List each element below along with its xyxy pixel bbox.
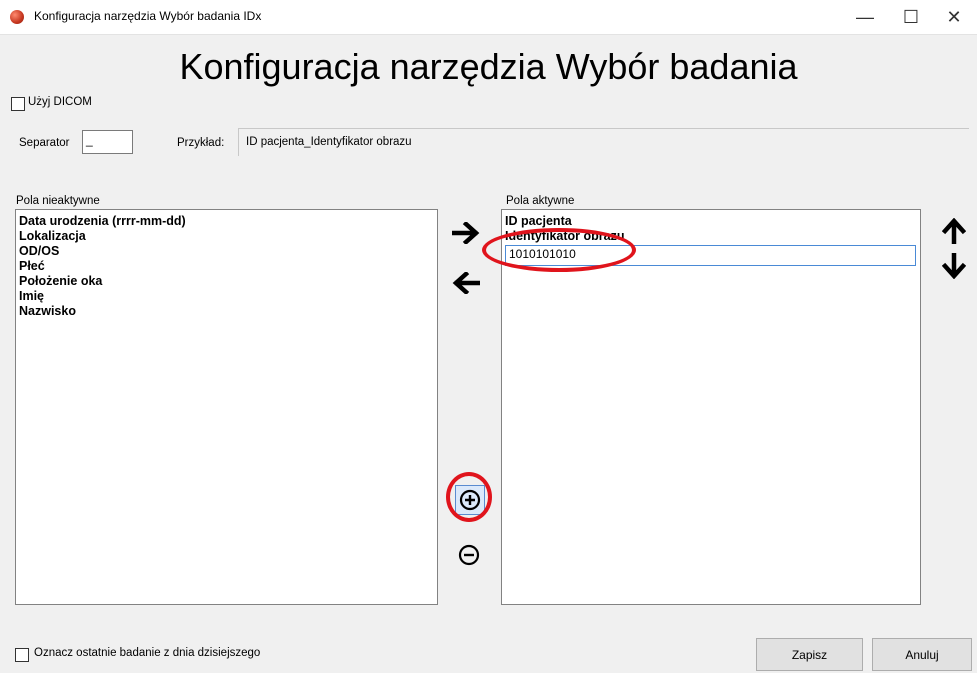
list-item[interactable]: Lokalizacja xyxy=(16,229,437,244)
example-label: Przykład: xyxy=(177,137,225,149)
separator-label: Separator xyxy=(19,137,70,149)
plus-circle-icon xyxy=(459,489,481,511)
maximize-button[interactable]: ☐ xyxy=(888,0,934,34)
window-title: Konfiguracja narzędzia Wybór badania IDx xyxy=(34,9,262,23)
active-fields-list[interactable]: ID pacjenta Identyfikator obrazu xyxy=(501,209,921,605)
minimize-button[interactable]: — xyxy=(842,0,888,34)
list-item[interactable]: ID pacjenta xyxy=(502,214,920,229)
example-box: ID pacjenta_Identyfikator obrazu xyxy=(238,128,969,156)
page-title: Konfiguracja narzędzia Wybór badania xyxy=(179,46,798,87)
separator-input[interactable]: _ xyxy=(82,130,133,154)
save-button[interactable]: Zapisz xyxy=(756,638,863,671)
list-item[interactable]: Imię xyxy=(16,289,437,304)
arrow-up-icon xyxy=(942,218,966,244)
move-up-button[interactable] xyxy=(938,215,970,247)
add-field-button[interactable] xyxy=(455,485,485,515)
use-dicom-label: Użyj DICOM xyxy=(28,96,92,108)
list-item[interactable]: Identyfikator obrazu xyxy=(502,229,920,244)
title-bar: Konfiguracja narzędzia Wybór badania IDx… xyxy=(0,0,977,35)
move-down-button[interactable] xyxy=(938,250,970,282)
field-value-input[interactable]: 1010101010 xyxy=(505,245,916,266)
arrow-down-icon xyxy=(942,253,966,279)
remove-field-button[interactable] xyxy=(456,542,482,568)
cancel-button[interactable]: Anuluj xyxy=(872,638,972,671)
list-item[interactable]: Płeć xyxy=(16,259,437,274)
list-item[interactable]: OD/OS xyxy=(16,244,437,259)
move-left-button[interactable] xyxy=(450,267,482,299)
list-item[interactable]: Położenie oka xyxy=(16,274,437,289)
mark-latest-label: Oznacz ostatnie badanie z dnia dzisiejsz… xyxy=(34,647,261,659)
list-item[interactable]: Nazwisko xyxy=(16,304,437,319)
use-dicom-checkbox[interactable] xyxy=(11,97,25,111)
active-fields-label: Pola aktywne xyxy=(506,195,575,207)
example-value: ID pacjenta_Identyfikator obrazu xyxy=(246,136,412,148)
inactive-fields-list[interactable]: Data urodzenia (rrrr-mm-dd) Lokalizacja … xyxy=(15,209,438,605)
arrow-left-icon xyxy=(452,272,480,294)
close-button[interactable]: ✕ xyxy=(931,0,977,34)
mark-latest-checkbox[interactable] xyxy=(15,648,29,662)
list-item[interactable]: Data urodzenia (rrrr-mm-dd) xyxy=(16,214,437,229)
inactive-fields-label: Pola nieaktywne xyxy=(16,195,100,207)
minus-circle-icon xyxy=(458,544,480,566)
app-icon xyxy=(10,10,24,24)
arrow-right-icon xyxy=(452,222,480,244)
move-right-button[interactable] xyxy=(450,217,482,249)
